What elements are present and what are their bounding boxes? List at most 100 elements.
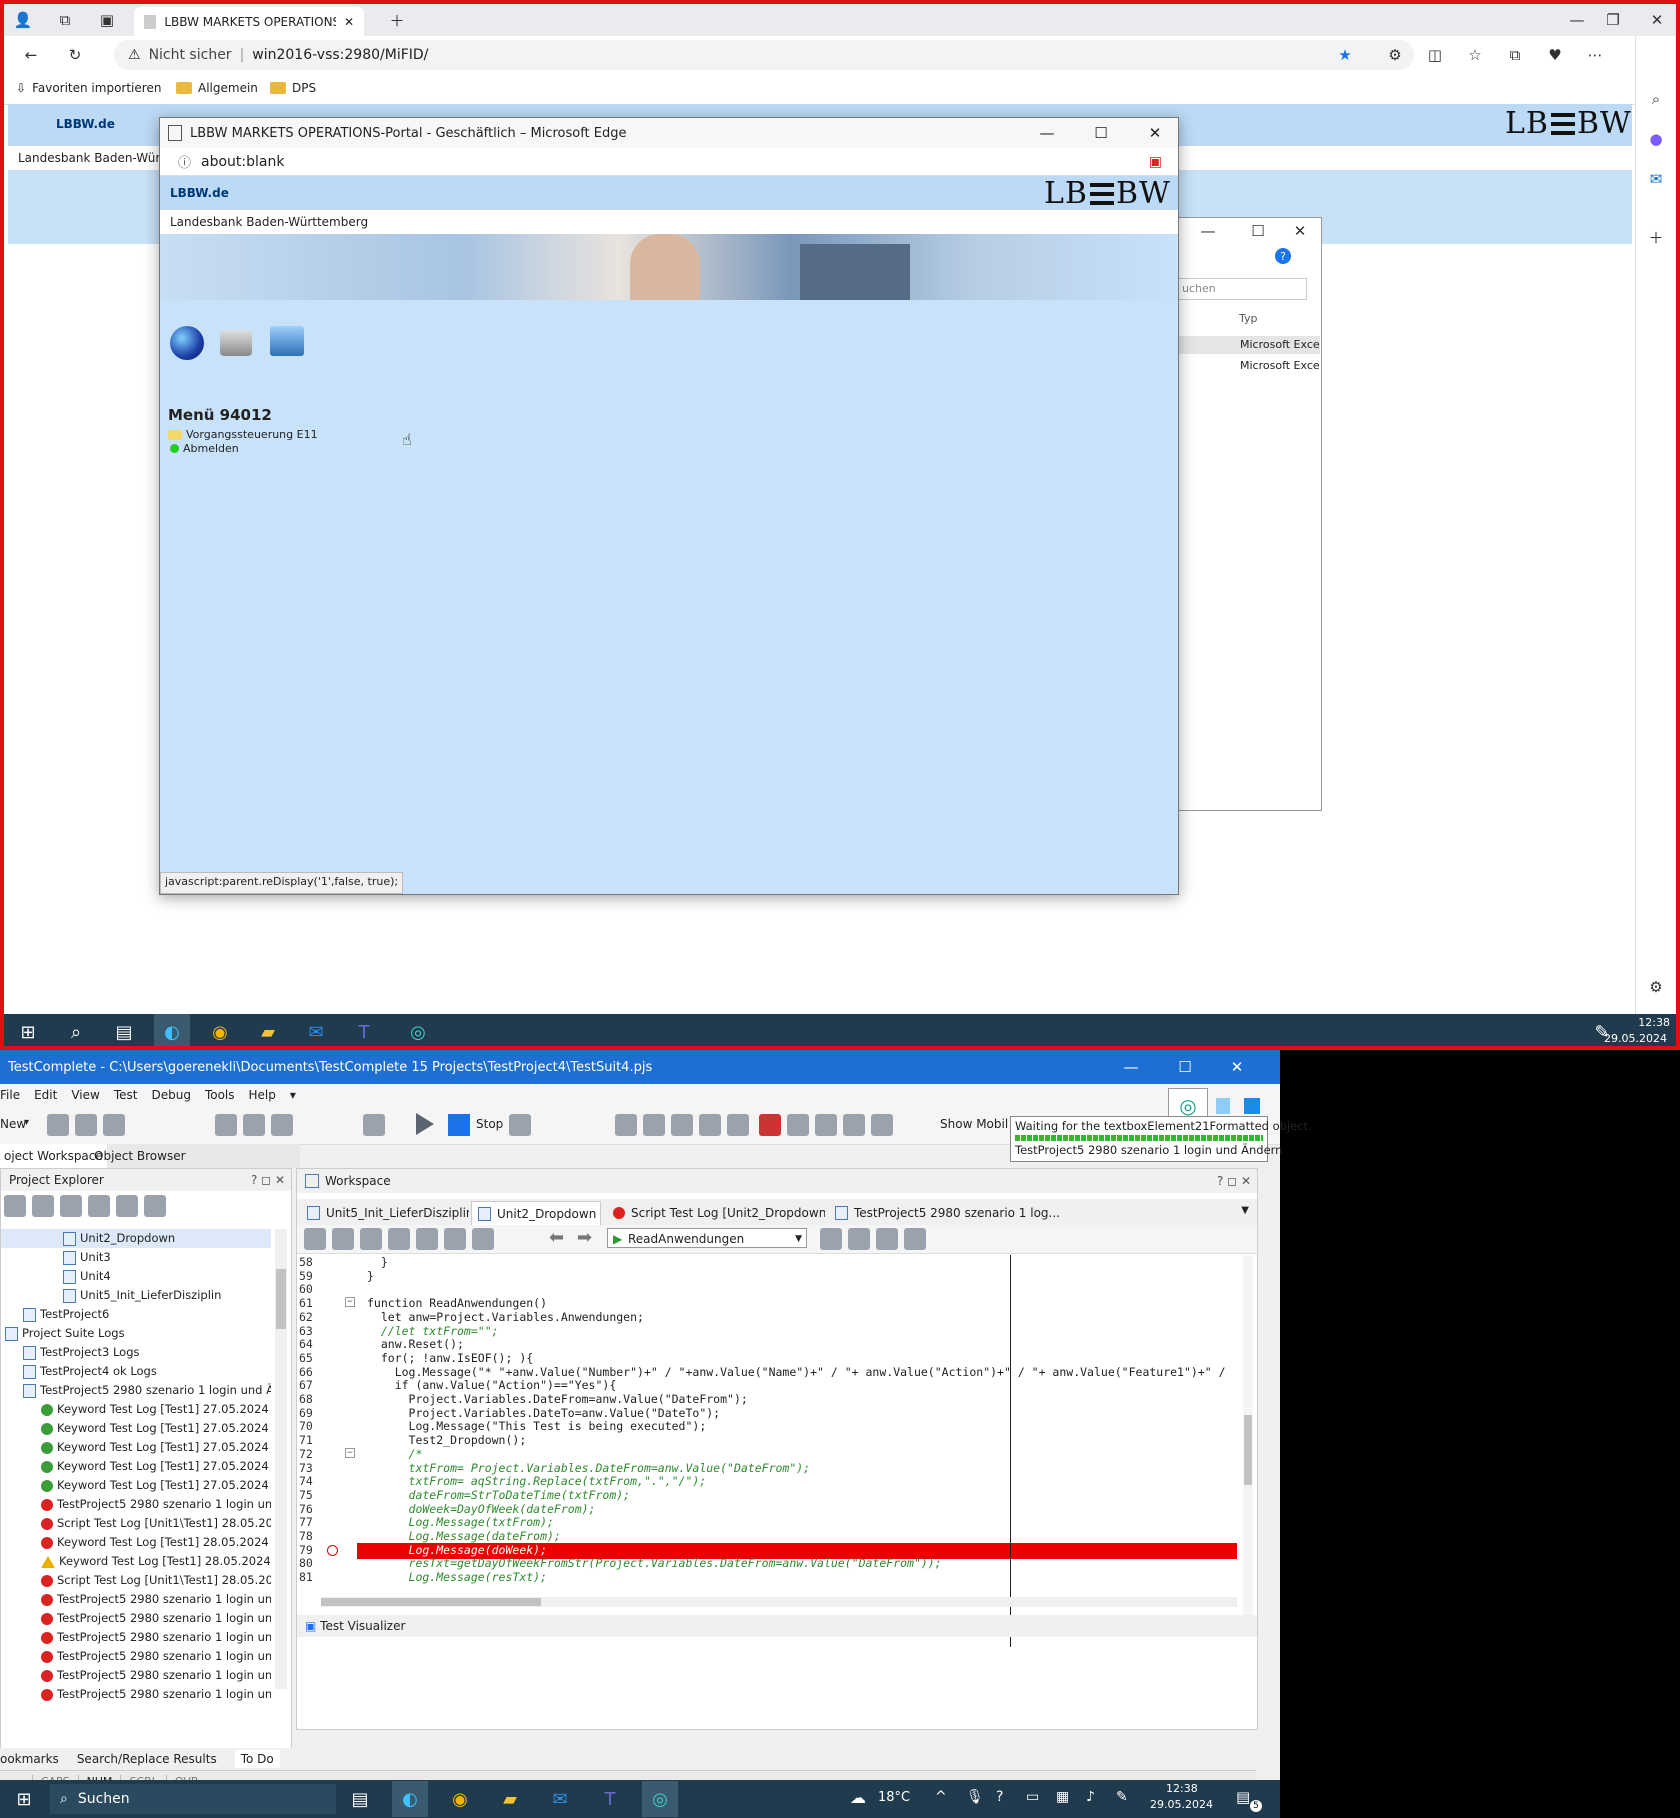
explorer-icon[interactable]: ▰ (492, 1781, 528, 1817)
outlook-icon[interactable]: ✉ (298, 1014, 334, 1046)
testcomplete-icon[interactable]: ◎ (400, 1014, 436, 1046)
tab-unit5[interactable]: Unit5_Init_LieferDisziplin✕ (301, 1201, 469, 1225)
microphone-icon[interactable]: 🎙 (966, 1789, 984, 1805)
back-icon[interactable]: ← (20, 44, 42, 66)
run-icon[interactable] (416, 1113, 434, 1135)
stop-icon[interactable] (1244, 1098, 1260, 1114)
tree-item[interactable]: TestProject5 2980 szenario 1 login und Ä… (1, 1495, 271, 1514)
menu-help[interactable]: Help (249, 1088, 276, 1102)
favorite-folder-dps[interactable]: DPS (270, 81, 316, 95)
taskbar-search[interactable]: ⌕ Suchen (50, 1784, 336, 1814)
tree-item[interactable]: TestProject3 Logs (1, 1343, 271, 1362)
new-button[interactable]: New (0, 1117, 26, 1131)
tree-item[interactable]: Unit2_Dropdown (1, 1229, 271, 1248)
code-line[interactable]: 81 Log.Message(resTxt); (297, 1570, 1237, 1586)
tab-testproject5-log[interactable]: TestProject5 2980 szenario 1 log...✕ (829, 1201, 1061, 1225)
indent-icon[interactable] (304, 1228, 326, 1250)
debug-settings-icon[interactable] (509, 1114, 531, 1136)
options-icon[interactable] (904, 1228, 926, 1250)
tab-todo[interactable]: To Do (234, 1750, 280, 1768)
restore-icon[interactable]: ❐ (1602, 9, 1624, 31)
teams-icon[interactable]: T (592, 1781, 628, 1817)
task-view-icon[interactable]: ▤ (106, 1014, 142, 1046)
url-field[interactable]: ⚠ Nicht sicher | win2016-vss:2980/MiFID/ (114, 40, 1414, 70)
network-icon[interactable]: ▦ (1056, 1789, 1069, 1805)
globe-icon[interactable] (170, 326, 204, 360)
remove-icon[interactable] (60, 1195, 82, 1217)
help-icon[interactable]: ? (996, 1789, 1003, 1805)
tree-item[interactable]: Script Test Log [Unit1\Test1] 28.05.2024… (1, 1571, 271, 1590)
mobile-icon[interactable] (870, 1114, 893, 1136)
close-icon[interactable]: ✕ (1132, 118, 1178, 148)
printer-icon[interactable] (220, 330, 252, 356)
tree-item[interactable]: Unit3 (1, 1248, 271, 1267)
volume-icon[interactable]: ♪ (1086, 1789, 1095, 1805)
properties-icon[interactable] (88, 1195, 110, 1217)
fold-icon[interactable]: − (345, 1297, 355, 1308)
add-icon[interactable]: ＋ (1645, 226, 1667, 248)
profile-icon[interactable]: 👤 (12, 9, 34, 31)
tree-item[interactable]: TestProject5 2980 szenario 1 login und Ä… (1, 1685, 271, 1704)
bug-icon[interactable] (758, 1114, 781, 1136)
chevron-up-icon[interactable]: ^ (935, 1789, 947, 1805)
windows-start-icon[interactable]: ⊞ (6, 1781, 42, 1817)
run-item-icon[interactable] (144, 1195, 166, 1217)
close-icon[interactable]: ✕ (1226, 1056, 1248, 1078)
close-icon[interactable]: ✕ (1289, 220, 1311, 242)
panel-controls-icon[interactable]: ? ◻ ✕ (251, 1169, 285, 1191)
list-item[interactable]: Microsoft Exce (1177, 336, 1320, 354)
step-into-icon[interactable] (671, 1114, 693, 1136)
menu-item-abmelden[interactable]: Abmelden (170, 442, 239, 455)
chevron-down-icon[interactable]: ▾ (290, 1088, 296, 1102)
favorite-folder-allgemein[interactable]: Allgemein (176, 81, 258, 95)
list-item[interactable]: Microsoft Exce (1177, 357, 1320, 375)
property-checkpoint-icon[interactable] (848, 1228, 870, 1250)
routine-select[interactable]: ▶ ReadAnwendungen ▼ (607, 1228, 807, 1248)
settings-icon[interactable]: ⚙ (1645, 976, 1667, 998)
scroll-thumb[interactable] (321, 1598, 541, 1606)
align-left-icon[interactable] (332, 1228, 354, 1250)
help-icon[interactable]: ? (1275, 248, 1291, 264)
column-header-type[interactable]: Typ (1239, 312, 1258, 325)
tab-object-browser[interactable]: Object Browser (90, 1144, 190, 1168)
extensions-icon[interactable]: ⚙ (1384, 44, 1406, 66)
chevron-down-icon[interactable]: ▼ (1241, 1205, 1249, 1216)
minimize-icon[interactable]: — (1120, 1056, 1142, 1078)
pen-icon[interactable]: ✎ (1116, 1789, 1128, 1805)
edge-icon[interactable]: ◐ (392, 1781, 428, 1817)
tree-item[interactable]: Unit5_Init_LieferDisziplin (1, 1286, 271, 1305)
more-icon[interactable]: ⋯ (1584, 44, 1606, 66)
wrap-icon[interactable] (416, 1228, 438, 1250)
remove-icon[interactable] (75, 1114, 97, 1136)
tab-unit2-dropdown[interactable]: Unit2_Dropdown✕ (471, 1201, 601, 1225)
menu-item-vorgangssteuerung[interactable]: Vorgangssteuerung E11 (168, 428, 318, 441)
search-icon[interactable]: ⌕ (58, 1014, 94, 1046)
tree-item[interactable]: Keyword Test Log [Test1] 27.05.2024 12:2… (1, 1400, 271, 1419)
tree-item[interactable]: TestProject5 2980 szenario 1 login und Ä… (1, 1647, 271, 1666)
object-checkpoint-icon[interactable] (876, 1228, 898, 1250)
tree-item[interactable]: Keyword Test Log [Test1] 28.05.2024 08:4… (1, 1552, 271, 1571)
chrome-icon[interactable]: ◉ (202, 1014, 238, 1046)
copy-icon[interactable] (116, 1195, 138, 1217)
menu-file[interactable]: File (0, 1088, 20, 1102)
tree-item[interactable]: TestProject5 2980 szenario 1 login und Ä… (1, 1381, 271, 1400)
forward-icon[interactable]: ➡ (577, 1227, 592, 1248)
menu-view[interactable]: View (71, 1088, 99, 1102)
bookmark-clear-icon[interactable] (472, 1228, 494, 1250)
stop-icon[interactable] (448, 1114, 470, 1136)
code-editor[interactable]: 58 } 59} 60 − 61 function ReadAnwendungen() 62… (297, 1255, 1237, 1715)
save-icon[interactable] (103, 1114, 125, 1136)
step-out-icon[interactable] (699, 1114, 721, 1136)
vertical-scrollbar[interactable] (1243, 1255, 1253, 1635)
tree-item[interactable]: TestProject5 2980 szenario 1 login und Ä… (1, 1666, 271, 1685)
task-view-icon[interactable]: ▤ (342, 1781, 378, 1817)
scroll-thumb[interactable] (1244, 1415, 1252, 1485)
copilot-app-icon[interactable]: ● (1645, 128, 1667, 150)
menu-edit[interactable]: Edit (34, 1088, 57, 1102)
record-icon[interactable] (363, 1114, 385, 1136)
collections-icon[interactable]: ⧉ (1504, 44, 1526, 66)
close-icon[interactable]: ✕ (1646, 9, 1668, 31)
bookmark-icon[interactable] (444, 1228, 466, 1250)
favorite-star-icon[interactable]: ★ (1334, 44, 1356, 66)
tree-item[interactable]: Keyword Test Log [Test1] 27.05.2024 12:2… (1, 1419, 271, 1438)
